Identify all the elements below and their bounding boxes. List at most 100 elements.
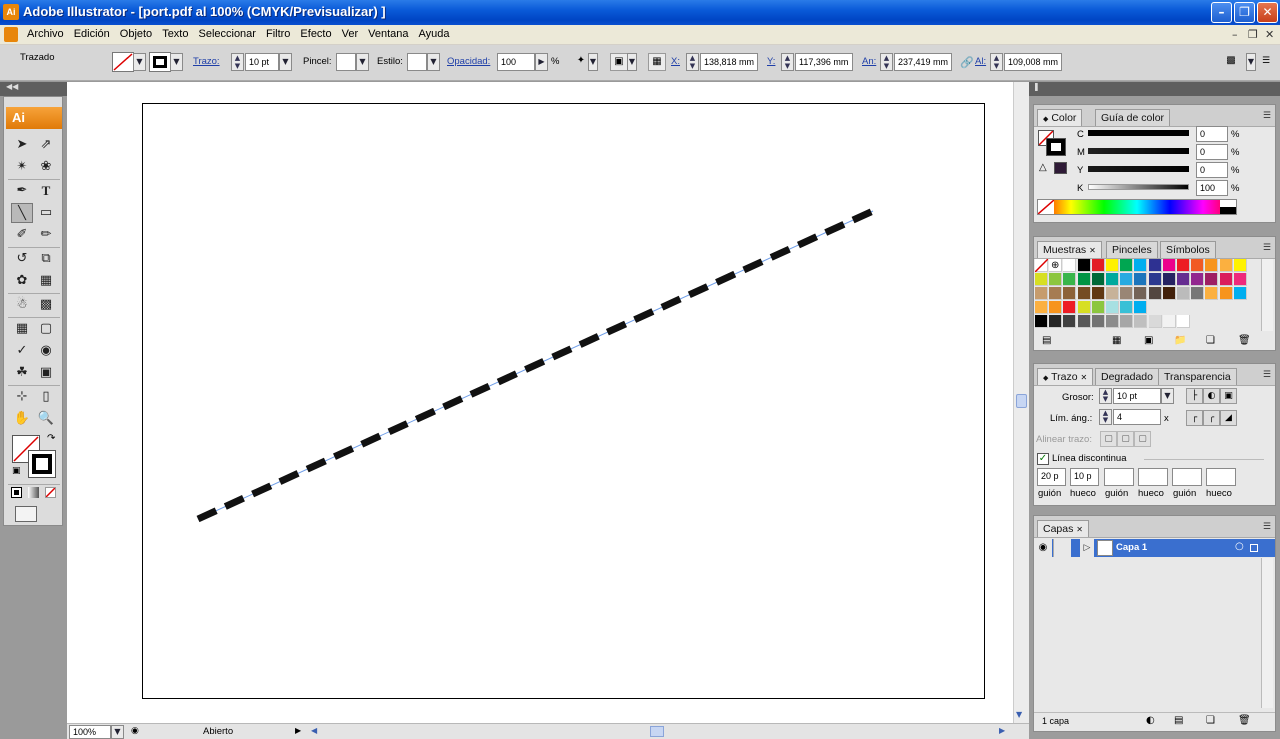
screen-mode-icon[interactable] <box>15 506 37 522</box>
layer-row[interactable]: ◉ ▷ Capa 1 ○ <box>1034 539 1275 557</box>
miter-join-icon[interactable]: ┌ <box>1186 410 1203 426</box>
stroke-color-box[interactable] <box>28 450 56 478</box>
swatch[interactable] <box>1120 273 1134 286</box>
dash-1-field[interactable]: 20 p <box>1037 468 1066 486</box>
doc-minimize-icon[interactable]: – <box>1232 28 1238 41</box>
expand-triangle-icon[interactable]: ▷ <box>1080 539 1094 557</box>
stroke-weight-dropdown[interactable]: ▼ <box>279 53 292 71</box>
layers-scrollbar[interactable] <box>1261 558 1273 708</box>
rectangle-tool-icon[interactable]: ▭ <box>35 203 57 223</box>
tab-symbols[interactable]: Símbolos <box>1160 241 1216 258</box>
swatch[interactable] <box>1091 287 1105 300</box>
swatch[interactable] <box>1077 301 1091 314</box>
new-color-group-icon[interactable]: 📁 <box>1174 335 1186 346</box>
selection-tool-icon[interactable]: ➤ <box>11 135 33 155</box>
brush-dropdown[interactable]: ▼ <box>356 53 369 71</box>
swatches-scrollbar[interactable] <box>1261 259 1273 331</box>
tab-transparency[interactable]: Transparencia <box>1158 368 1237 385</box>
panel-menu-icon[interactable]: ☰ <box>1263 370 1271 380</box>
swatch[interactable] <box>1091 315 1105 328</box>
new-swatch-icon[interactable]: ❏ <box>1206 335 1215 346</box>
swatch[interactable] <box>1205 287 1219 300</box>
swatch[interactable] <box>1120 315 1134 328</box>
color-spectrum-bar[interactable] <box>1037 199 1237 215</box>
paintbrush-tool-icon[interactable]: ✐ <box>11 225 33 245</box>
selection-square-icon[interactable] <box>1250 544 1258 552</box>
zoom-field[interactable]: 100% <box>69 725 111 739</box>
swatch[interactable] <box>1233 273 1247 286</box>
swatch[interactable] <box>1077 273 1091 286</box>
panel-weight-field[interactable]: 10 pt <box>1113 388 1161 404</box>
bridge-icon[interactable]: ▩ <box>1222 53 1240 71</box>
swatch[interactable] <box>1134 301 1148 314</box>
swatch[interactable] <box>1162 287 1176 300</box>
dashed-line-path[interactable] <box>67 82 1013 723</box>
gap-1-field[interactable]: 10 p <box>1070 468 1099 486</box>
swatch[interactable] <box>1091 259 1105 272</box>
panel-menu-icon[interactable]: ☰ <box>1263 111 1271 121</box>
swatch[interactable] <box>1219 259 1233 272</box>
swatch[interactable] <box>1148 259 1162 272</box>
new-layer-icon[interactable]: ❏ <box>1206 715 1215 726</box>
swatch[interactable] <box>1148 287 1162 300</box>
opacity-link[interactable]: Opacidad: <box>447 56 490 67</box>
swap-fill-stroke-icon[interactable]: ↷ <box>47 433 55 444</box>
swatch[interactable] <box>1177 315 1190 328</box>
menu-archivo[interactable]: Archivo <box>22 28 69 40</box>
swatch[interactable] <box>1162 273 1176 286</box>
width-field[interactable]: 237,419 mm <box>894 53 952 71</box>
swatch[interactable] <box>1035 287 1048 300</box>
style-field[interactable] <box>407 53 427 71</box>
swatch[interactable] <box>1177 259 1190 272</box>
blend-tool-icon[interactable]: ◉ <box>35 341 57 361</box>
channel-c-field[interactable]: 0 <box>1196 126 1228 142</box>
width-label[interactable]: An: <box>862 56 876 67</box>
close-button[interactable]: ✕ <box>1257 2 1278 23</box>
swatch[interactable] <box>1063 273 1077 286</box>
miter-field[interactable]: 4 <box>1113 409 1161 425</box>
visibility-eye-icon[interactable]: ◉ <box>1034 539 1052 557</box>
swatch[interactable] <box>1162 259 1176 272</box>
fill-dropdown[interactable]: ▼ <box>133 53 146 71</box>
vertical-scrollbar[interactable]: ▼ <box>1013 82 1029 723</box>
gap-2-field[interactable] <box>1138 468 1168 486</box>
swatch-grid[interactable]: ⊕ <box>1034 258 1259 329</box>
document-icon[interactable] <box>4 27 18 42</box>
menu-efecto[interactable]: Efecto <box>295 28 336 40</box>
reference-point-icon[interactable]: ▦ <box>648 53 666 71</box>
swatch[interactable] <box>1134 259 1148 272</box>
eyedropper-tool-icon[interactable]: ✓ <box>11 341 33 361</box>
swatch[interactable] <box>1134 273 1148 286</box>
live-paint-bucket-tool-icon[interactable]: ☘ <box>11 363 33 383</box>
swatch[interactable] <box>1091 273 1105 286</box>
brush-field[interactable] <box>336 53 356 71</box>
control-panel-menu-icon[interactable]: ☰ <box>1262 56 1270 66</box>
height-stepper[interactable]: ▲ ▼ <box>990 53 1003 71</box>
stroke-weight-stepper[interactable]: ▲ ▼ <box>231 53 244 71</box>
stroke-link[interactable]: Trazo: <box>193 56 220 67</box>
delete-layer-icon[interactable]: 🗑 <box>1238 715 1251 726</box>
height-label[interactable]: Al: <box>975 56 986 67</box>
crop-area-tool-icon[interactable]: ⊹ <box>11 387 33 407</box>
swatch[interactable] <box>1063 301 1077 314</box>
dashed-line-checkbox[interactable]: ✓ <box>1037 453 1049 465</box>
bridge-dropdown[interactable]: ▼ <box>1246 53 1256 71</box>
live-paint-selection-tool-icon[interactable]: ▣ <box>35 363 57 383</box>
tools-panel-header[interactable]: ◀◀ <box>0 82 67 96</box>
color-mode-icon[interactable] <box>11 487 22 498</box>
scroll-right-icon[interactable]: ▶ <box>999 726 1005 735</box>
free-transform-tool-icon[interactable]: ▦ <box>35 271 57 291</box>
swatch[interactable] <box>1106 273 1119 286</box>
stroke-dropdown[interactable]: ▼ <box>170 53 183 71</box>
miter-stepper[interactable]: ▲ ▼ <box>1099 409 1112 425</box>
swatch[interactable] <box>1191 273 1205 286</box>
recolor-dropdown[interactable]: ▼ <box>588 53 598 71</box>
tab-swatches[interactable]: Muestras ✕ <box>1037 241 1102 258</box>
swatch[interactable] <box>1134 287 1148 300</box>
column-graph-tool-icon[interactable]: ▩ <box>35 295 57 315</box>
align-outside-icon[interactable]: ▢ <box>1134 431 1151 447</box>
direct-selection-tool-icon[interactable]: ⇗ <box>35 135 57 155</box>
document-canvas[interactable] <box>67 82 1013 723</box>
stroke-weight-field[interactable]: 10 pt <box>245 53 279 71</box>
channel-k-slider[interactable] <box>1088 184 1189 190</box>
